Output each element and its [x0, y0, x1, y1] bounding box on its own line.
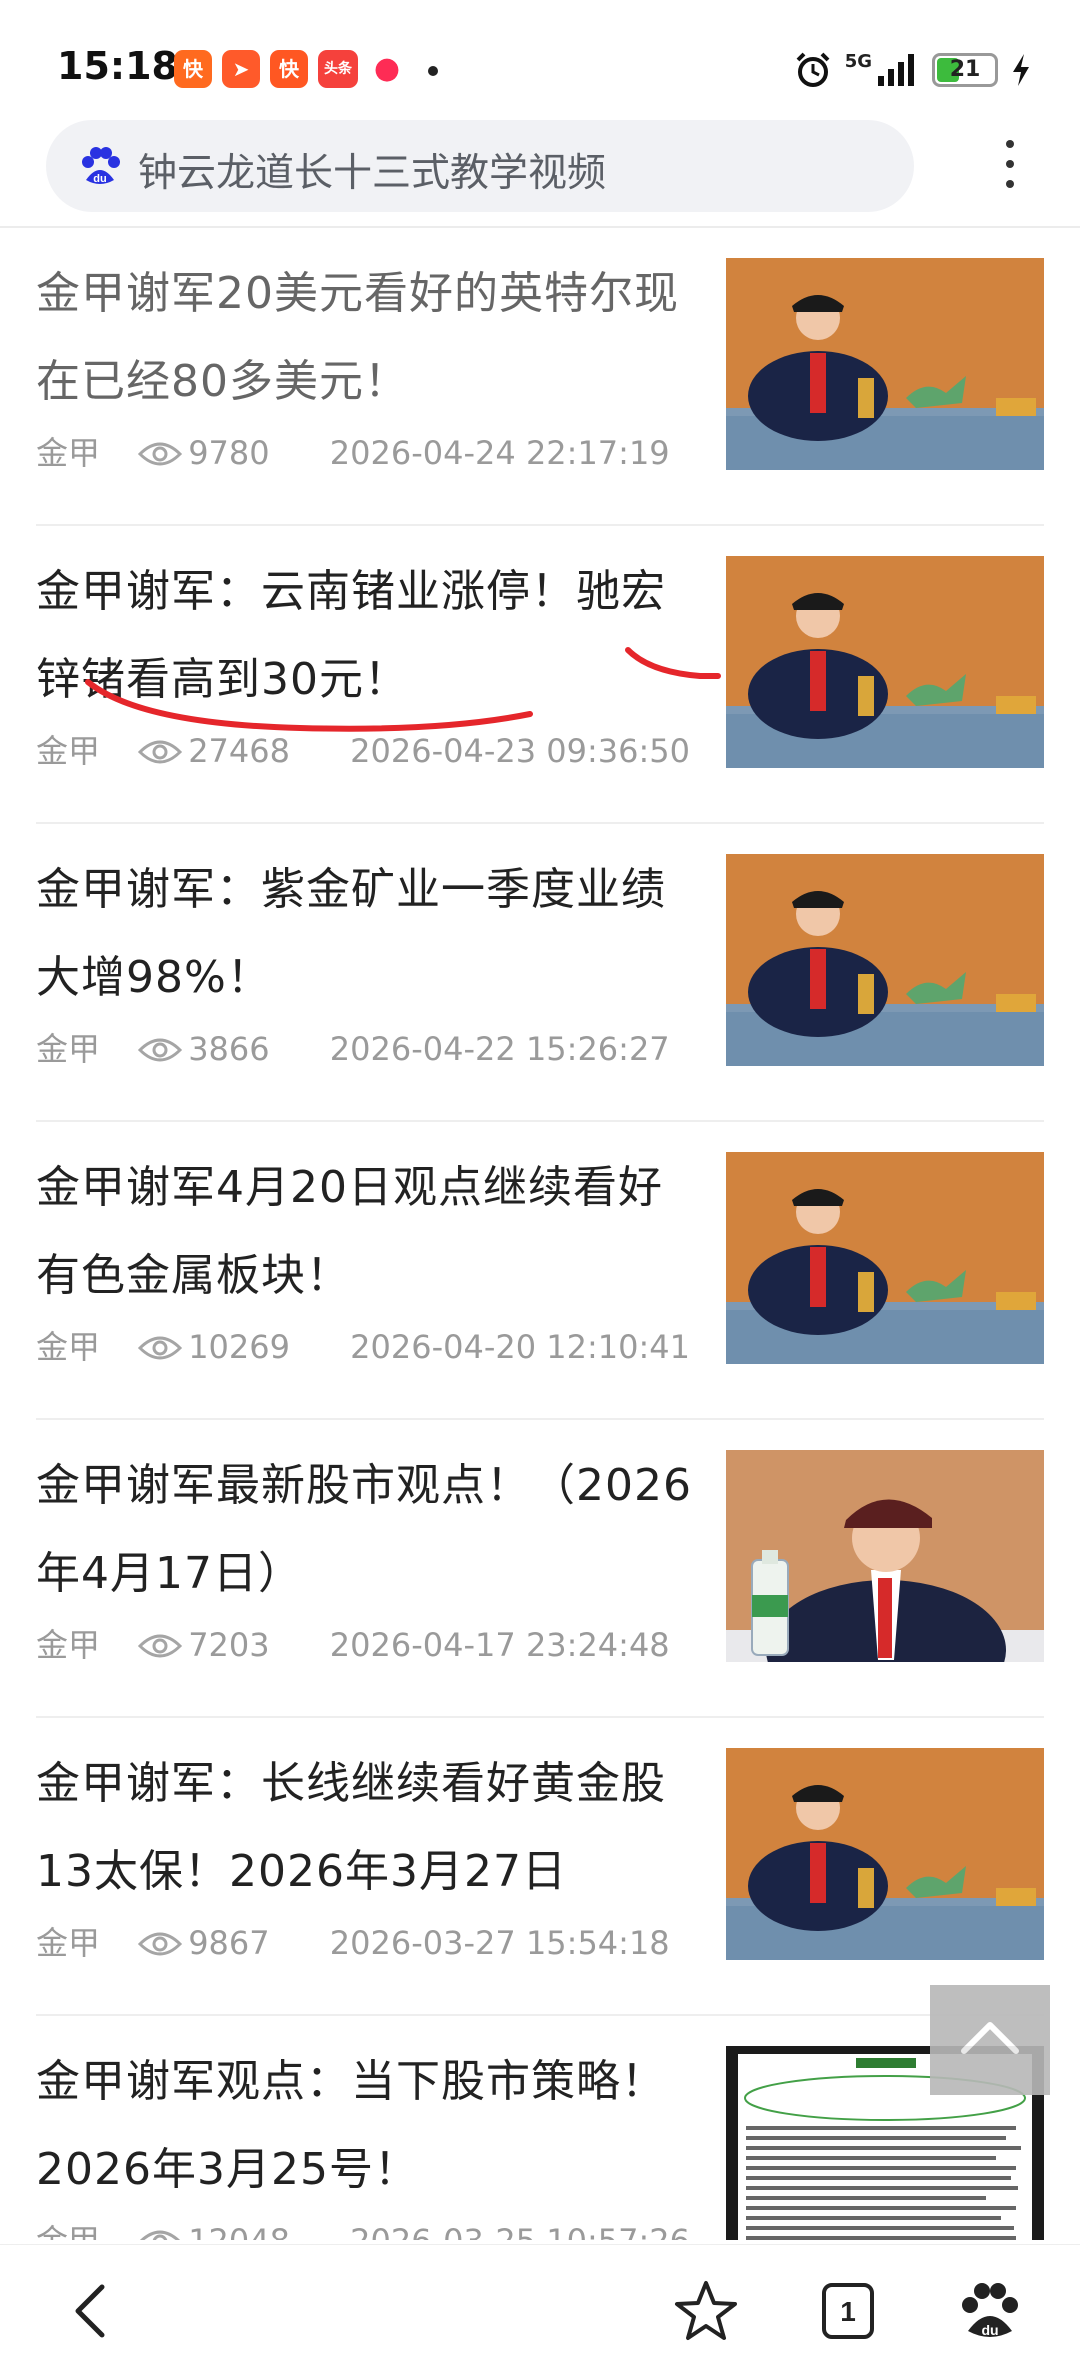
search-bar[interactable]: du 钟云龙道长十三式教学视频: [46, 120, 914, 212]
send-app-icon: ➤: [222, 50, 260, 88]
article-item[interactable]: 金甲谢军：云南锗业涨停！驰宏锌锗看高到30元！ 金甲 27468 2026-04…: [36, 526, 1044, 824]
studio-thumbnail-image: [726, 556, 1044, 768]
view-count: 7203: [188, 1626, 270, 1664]
view-count: 27468: [188, 732, 290, 770]
chevron-up-icon: [961, 2022, 1019, 2054]
eye-icon: [140, 2230, 181, 2240]
article-title[interactable]: 金甲谢军观点：当下股市策略！2026年3月25号！: [36, 2038, 696, 2214]
article-date: 2026-04-22 15:26:27: [329, 1030, 670, 1068]
view-count-group: 7203: [138, 1626, 270, 1664]
charging-icon: [1013, 54, 1029, 86]
article-feed[interactable]: 金甲谢军20美元看好的英特尔现在已经80多美元！ 金甲 9780 2026-04…: [0, 228, 1080, 2240]
article-item[interactable]: 金甲谢军20美元看好的英特尔现在已经80多美元！ 金甲 9780 2026-04…: [36, 228, 1044, 526]
view-count-group: 12048: [138, 2222, 290, 2240]
back-arrow-icon[interactable]: [56, 2275, 128, 2347]
eye-icon: [138, 1336, 183, 1360]
closeup-thumbnail-image: [726, 1450, 1044, 1662]
view-count-group: 3866: [138, 1030, 270, 1068]
view-count-group: 9780: [138, 434, 270, 472]
more-menu-button[interactable]: [995, 132, 1025, 204]
favorite-star-icon[interactable]: [670, 2275, 742, 2347]
alarm-icon: [796, 52, 830, 87]
view-count: 10269: [188, 1328, 290, 1366]
studio-thumbnail-image: [726, 258, 1044, 470]
search-query[interactable]: 钟云龙道长十三式教学视频: [138, 142, 606, 198]
tabs-count-icon[interactable]: 1: [812, 2275, 884, 2347]
article-meta: 金甲 9780 2026-04-24 22:17:19: [36, 428, 670, 474]
article-source: 金甲: [36, 1328, 101, 1366]
article-title[interactable]: 金甲谢军：长线继续看好黄金股13太保！2026年3月27日: [36, 1740, 696, 1916]
article-source: 金甲: [36, 732, 101, 770]
svg-text:du: du: [93, 173, 106, 185]
status-indicators: 5G 21: [793, 48, 1032, 92]
view-count-group: 10269: [138, 1328, 290, 1366]
baidu-logo-icon: du: [82, 147, 120, 185]
article-source: 金甲: [36, 1030, 101, 1068]
kuaishou-icon: 快: [174, 50, 212, 88]
article-title[interactable]: 金甲谢军20美元看好的英特尔现在已经80多美元！: [36, 250, 696, 426]
eye-icon: [138, 1038, 183, 1062]
article-date: 2026-04-17 23:24:48: [329, 1626, 670, 1664]
studio-thumbnail-image: [726, 1152, 1044, 1364]
article-thumbnail[interactable]: [726, 556, 1044, 768]
article-meta: 金甲 10269 2026-04-20 12:10:41: [36, 1322, 690, 1368]
battery-level: 21: [949, 57, 981, 82]
status-time: 15:18: [57, 44, 178, 88]
article-meta: 金甲 12048 2026-03-25 10:57:26: [36, 2216, 690, 2240]
douyin-icon: ●: [368, 50, 406, 88]
article-title[interactable]: 金甲谢军：云南锗业涨停！驰宏锌锗看高到30元！: [36, 548, 696, 724]
article-meta: 金甲 3866 2026-04-22 15:26:27: [36, 1024, 670, 1070]
eye-icon: [138, 1932, 183, 1956]
article-date: 2026-04-24 22:17:19: [329, 434, 670, 472]
baidu-paw-icon[interactable]: du: [954, 2275, 1026, 2347]
view-count: 9780: [188, 434, 270, 472]
article-date: 2026-03-27 15:54:18: [329, 1924, 670, 1962]
article-meta: 金甲 7203 2026-04-17 23:24:48: [36, 1620, 670, 1666]
article-thumbnail[interactable]: [726, 854, 1044, 1066]
back-to-top-button[interactable]: [930, 1985, 1050, 2095]
article-date: 2026-04-23 09:36:50: [350, 732, 691, 770]
article-source: 金甲: [36, 434, 101, 472]
toutiao-icon: 头条: [318, 50, 358, 88]
view-count-group: 27468: [138, 732, 290, 770]
more-notifications-dot: [428, 66, 438, 76]
article-date: 2026-04-20 12:10:41: [350, 1328, 691, 1366]
article-item[interactable]: 金甲谢军观点：当下股市策略！2026年3月25号！ 金甲 12048 2026-…: [36, 2016, 1044, 2240]
view-count: 12048: [188, 2222, 290, 2240]
article-source: 金甲: [36, 2216, 100, 2240]
network-type: 5G: [844, 50, 872, 72]
signal-icon: [878, 54, 914, 86]
article-thumbnail[interactable]: [726, 258, 1044, 470]
bottom-nav: 1 du: [0, 2244, 1080, 2373]
view-count: 9867: [188, 1924, 270, 1962]
article-date: 2026-03-25 10:57:26: [350, 2222, 690, 2240]
article-meta: 金甲 9867 2026-03-27 15:54:18: [36, 1918, 670, 1964]
studio-thumbnail-image: [726, 1748, 1044, 1960]
eye-icon: [138, 740, 183, 764]
article-title[interactable]: 金甲谢军4月20日观点继续看好有色金属板块！: [36, 1144, 696, 1320]
view-count-group: 9867: [138, 1924, 270, 1962]
article-title[interactable]: 金甲谢军：紫金矿业一季度业绩大增98%！: [36, 846, 696, 1022]
svg-text:1: 1: [840, 2296, 856, 2327]
article-thumbnail[interactable]: [726, 1152, 1044, 1364]
article-thumbnail[interactable]: [726, 1748, 1044, 1960]
studio-thumbnail-image: [726, 854, 1044, 1066]
eye-icon: [138, 442, 183, 466]
article-item[interactable]: 金甲谢军：长线继续看好黄金股13太保！2026年3月27日 金甲 9867 20…: [36, 1718, 1044, 2016]
svg-text:du: du: [981, 2322, 998, 2338]
article-item[interactable]: 金甲谢军4月20日观点继续看好有色金属板块！ 金甲 10269 2026-04-…: [36, 1122, 1044, 1420]
article-meta: 金甲 27468 2026-04-23 09:36:50: [36, 726, 690, 772]
kuaishou-speed-icon: 快: [270, 50, 308, 88]
article-source: 金甲: [36, 1924, 101, 1962]
article-thumbnail[interactable]: [726, 1450, 1044, 1662]
article-item[interactable]: 金甲谢军最新股市观点！（2026年4月17日） 金甲 7203 2026-04-…: [36, 1420, 1044, 1718]
article-item[interactable]: 金甲谢军：紫金矿业一季度业绩大增98%！ 金甲 3866 2026-04-22 …: [36, 824, 1044, 1122]
view-count: 3866: [188, 1030, 270, 1068]
battery-indicator: 21: [932, 53, 998, 87]
status-bar: 15:18 快 ➤ 快 头条 ● 5G 21: [0, 0, 1080, 112]
article-title[interactable]: 金甲谢军最新股市观点！（2026年4月17日）: [36, 1442, 696, 1618]
article-source: 金甲: [36, 1626, 101, 1664]
eye-icon: [138, 1634, 183, 1658]
